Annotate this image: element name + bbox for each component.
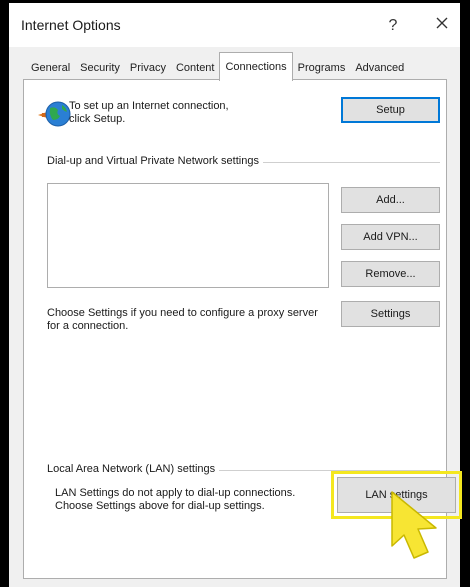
remove-button[interactable]: Remove... — [341, 261, 440, 287]
tab-general[interactable]: General — [26, 55, 75, 79]
window-title: Internet Options — [21, 17, 121, 33]
tab-security[interactable]: Security — [75, 55, 125, 79]
connections-listbox[interactable] — [47, 183, 329, 288]
close-icon — [436, 17, 448, 29]
help-button[interactable]: ? — [381, 15, 405, 37]
dialup-group-label: Dial-up and Virtual Private Network sett… — [47, 155, 263, 167]
pointer-arrow-icon — [391, 491, 437, 559]
settings-button[interactable]: Settings — [341, 301, 440, 327]
tab-privacy[interactable]: Privacy — [125, 55, 171, 79]
tab-connections[interactable]: Connections — [219, 52, 293, 81]
proxy-settings-description: Choose Settings if you need to configure… — [47, 307, 318, 332]
lan-group-label: Local Area Network (LAN) settings — [47, 463, 220, 475]
lan-description: LAN Settings do not apply to dial-up con… — [55, 487, 296, 512]
setup-button[interactable]: Setup — [341, 97, 440, 123]
close-button[interactable] — [430, 15, 454, 37]
add-vpn-button[interactable]: Add VPN... — [341, 224, 440, 250]
add-button[interactable]: Add... — [341, 187, 440, 213]
tab-programs[interactable]: Programs — [293, 55, 351, 79]
tab-strip: General Security Privacy Content Connect… — [26, 52, 409, 81]
tab-content[interactable]: Content — [171, 55, 220, 79]
tab-advanced[interactable]: Advanced — [350, 55, 409, 79]
title-bar: Internet Options ? — [9, 3, 460, 47]
setup-description: To set up an Internet connection, click … — [69, 100, 229, 125]
